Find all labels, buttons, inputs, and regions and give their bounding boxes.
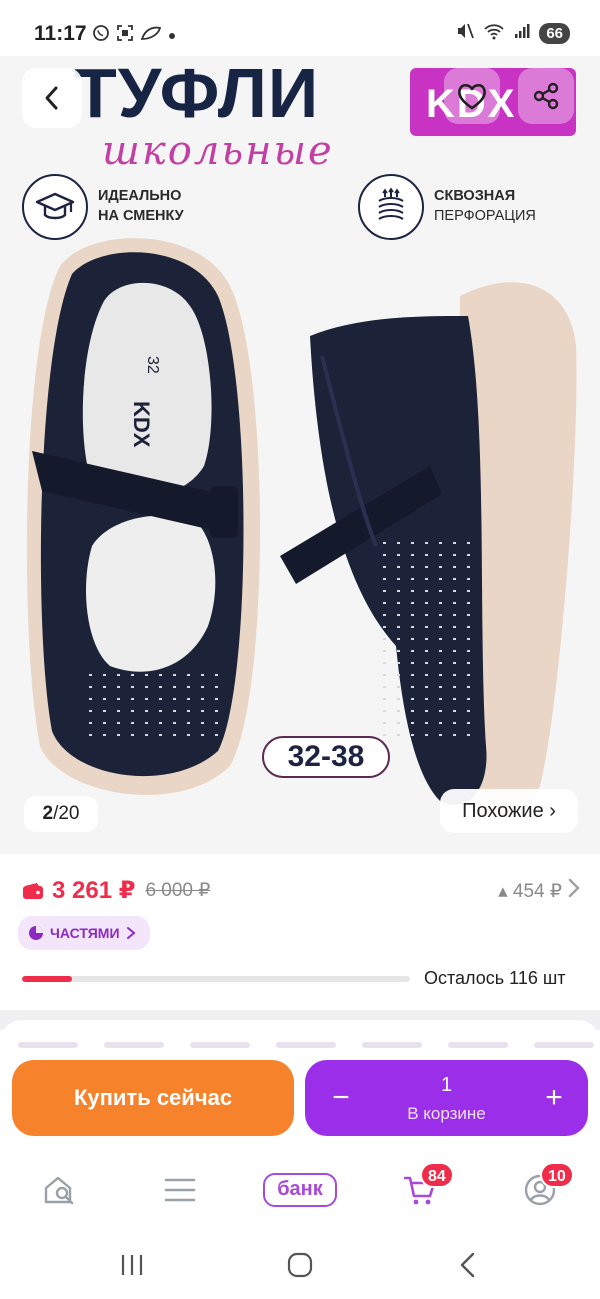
pay-in-parts-label: ЧАСТЯМИ bbox=[50, 925, 120, 941]
recent-apps-icon bbox=[121, 1255, 143, 1275]
mute-icon bbox=[455, 22, 475, 44]
current-price: 3 261 ₽ bbox=[52, 877, 136, 904]
chevron-right-icon bbox=[126, 927, 136, 939]
share-icon bbox=[533, 82, 559, 110]
signal-icon bbox=[513, 22, 531, 44]
profile-badge: 10 bbox=[540, 1162, 574, 1188]
chevron-left-icon bbox=[45, 86, 58, 110]
related-thumb[interactable] bbox=[104, 1042, 164, 1048]
feature-line: НА СМЕНКУ bbox=[98, 208, 184, 224]
similar-products-button[interactable]: Похожие › bbox=[440, 789, 578, 833]
hero-subtitle: школьные bbox=[102, 128, 334, 174]
menu-icon bbox=[164, 1178, 196, 1202]
svg-text:32: 32 bbox=[144, 356, 161, 374]
share-button[interactable] bbox=[518, 68, 574, 124]
bank-label: банк bbox=[263, 1173, 337, 1207]
home-button[interactable] bbox=[280, 1248, 320, 1282]
recent-apps-button[interactable] bbox=[112, 1248, 152, 1282]
tab-cart[interactable]: 84 bbox=[398, 1162, 454, 1212]
home-circle-icon bbox=[287, 1252, 313, 1278]
price-card: 3 261 ₽ 6 000 ₽ ▴ 454 ₽ ЧАСТЯМИ Осталось… bbox=[0, 854, 600, 1010]
whatsapp-icon bbox=[92, 24, 110, 46]
tab-bank[interactable]: банк bbox=[262, 1168, 338, 1212]
wifi-icon bbox=[483, 22, 505, 44]
feature-line: ПЕРФОРАЦИЯ bbox=[434, 208, 536, 224]
size-range-badge: 32-38 bbox=[262, 736, 390, 778]
related-thumb[interactable] bbox=[448, 1042, 508, 1048]
pie-chart-icon bbox=[29, 926, 43, 940]
status-time: 11:17 bbox=[34, 22, 87, 45]
chevron-right-icon[interactable] bbox=[568, 878, 580, 904]
back-arrow-icon bbox=[460, 1252, 475, 1278]
status-bar: 11:17 66 bbox=[0, 0, 600, 56]
cart-badge: 84 bbox=[420, 1162, 454, 1188]
old-price: 6 000 ₽ bbox=[145, 880, 211, 901]
cart-quantity-stepper: − 1 В корзине + bbox=[305, 1060, 588, 1136]
photo-total: 20 bbox=[58, 803, 80, 824]
related-thumb[interactable] bbox=[276, 1042, 336, 1048]
favorite-button[interactable] bbox=[444, 68, 500, 124]
related-thumb[interactable] bbox=[190, 1042, 250, 1048]
stock-remaining: Осталось 116 шт bbox=[424, 968, 566, 988]
photo-counter: 2/20 bbox=[24, 796, 98, 832]
pay-in-parts-button[interactable]: ЧАСТЯМИ bbox=[18, 916, 150, 950]
battery-level: 66 bbox=[539, 22, 570, 44]
scan-icon bbox=[116, 24, 134, 46]
svg-text:KDX: KDX bbox=[129, 401, 154, 448]
buy-now-button[interactable]: Купить сейчас bbox=[12, 1060, 294, 1136]
notification-icons bbox=[92, 24, 176, 46]
wallet-icon bbox=[23, 882, 43, 899]
feature-line: СКВОЗНАЯ bbox=[434, 188, 516, 205]
heart-icon bbox=[458, 83, 486, 110]
price-row: 3 261 ₽ 6 000 ₽ bbox=[22, 876, 210, 905]
product-gallery[interactable]: ТУФЛИ школьные KDX ИДЕАЛЬНО НА СМЕНКУ СК… bbox=[0, 56, 600, 854]
home-search-icon bbox=[44, 1176, 74, 1205]
stock-progress-fill bbox=[22, 976, 73, 982]
tab-profile[interactable]: 10 bbox=[518, 1162, 574, 1212]
related-thumb[interactable] bbox=[362, 1042, 422, 1048]
system-navigation-bar bbox=[0, 1230, 600, 1299]
system-status-icons: 66 bbox=[455, 22, 570, 44]
increase-quantity-button[interactable]: + bbox=[534, 1078, 574, 1118]
photo-index: 2 bbox=[42, 803, 54, 824]
feature-line: ИДЕАЛЬНО bbox=[98, 188, 182, 205]
price-drop[interactable]: ▴ 454 ₽ bbox=[498, 880, 562, 903]
hero-title: ТУФЛИ bbox=[74, 56, 320, 132]
tab-catalog[interactable] bbox=[158, 1168, 202, 1212]
leaf-icon bbox=[140, 25, 162, 45]
stock-progress-bar bbox=[22, 976, 410, 982]
back-nav-button[interactable] bbox=[448, 1248, 488, 1282]
related-thumb[interactable] bbox=[534, 1042, 594, 1048]
purchase-action-bar: Купить сейчас − 1 В корзине + bbox=[0, 1050, 600, 1150]
dot-icon bbox=[168, 27, 176, 44]
related-thumb[interactable] bbox=[18, 1042, 78, 1048]
back-button[interactable] bbox=[22, 68, 82, 128]
tab-home[interactable] bbox=[38, 1168, 82, 1212]
bottom-tab-bar: банк 84 10 bbox=[0, 1150, 600, 1230]
